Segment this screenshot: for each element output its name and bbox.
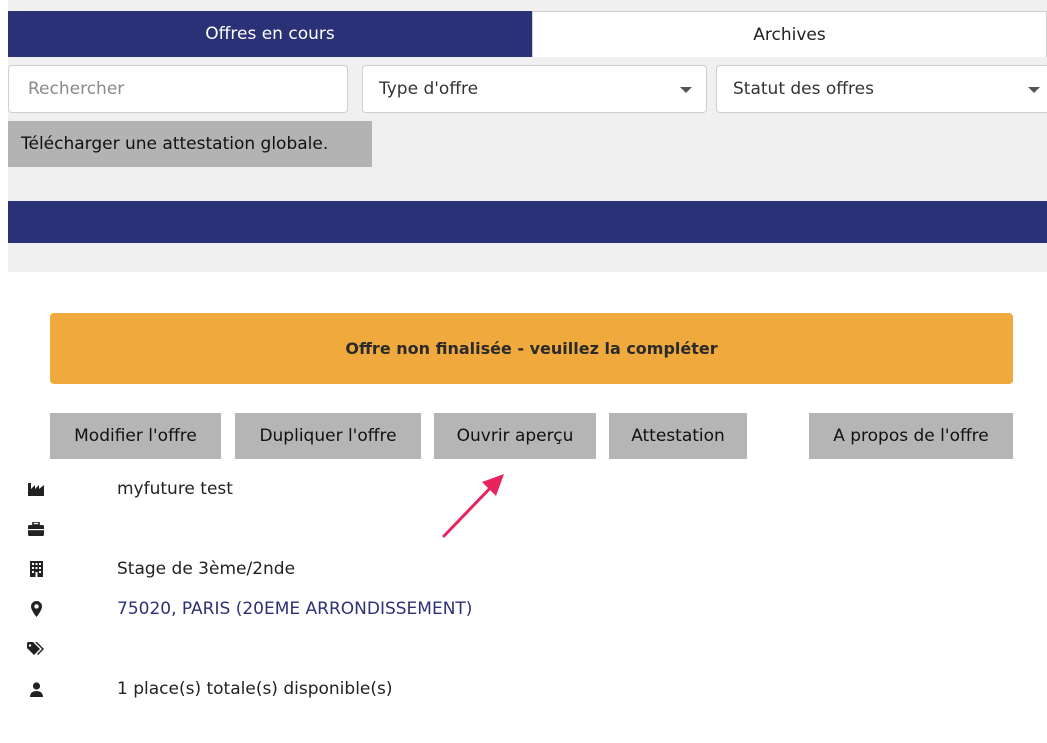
- offer-type-value: Stage de 3ème/2nde: [117, 559, 296, 579]
- detail-location: 75020, PARIS (20EME ARRONDISSEMENT): [27, 596, 472, 622]
- duplicate-offer-button[interactable]: Dupliquer l'offre: [235, 413, 421, 459]
- offer-header-bar: [8, 201, 1047, 243]
- tab-offres-en-cours[interactable]: Offres en cours: [8, 11, 532, 57]
- detail-tags: [27, 636, 45, 662]
- tags-icon: [27, 640, 45, 658]
- offer-type-select[interactable]: Type d'offre: [362, 65, 707, 113]
- search-input[interactable]: [8, 65, 348, 113]
- caret-down-icon: [1028, 87, 1040, 93]
- arrow-annotation-icon: [442, 474, 504, 538]
- incomplete-offer-alert: Offre non finalisée - veuillez la complé…: [50, 313, 1013, 384]
- download-global-attestation-button[interactable]: Télécharger une attestation globale.: [8, 121, 372, 167]
- offer-tabs: Offres en cours Archives: [8, 11, 1047, 57]
- open-preview-button[interactable]: Ouvrir aperçu: [434, 413, 596, 459]
- attestation-button[interactable]: Attestation: [609, 413, 747, 459]
- about-offer-button[interactable]: A propos de l'offre: [809, 413, 1013, 459]
- detail-company: myfuture test: [27, 476, 233, 502]
- offer-status-select[interactable]: Statut des offres: [716, 65, 1047, 113]
- briefcase-icon: [27, 520, 45, 538]
- modify-offer-button[interactable]: Modifier l'offre: [50, 413, 221, 459]
- building-icon: [27, 560, 45, 578]
- factory-icon: [27, 480, 45, 498]
- location-link[interactable]: 75020, PARIS (20EME ARRONDISSEMENT): [117, 599, 472, 619]
- detail-offer-type: Stage de 3ème/2nde: [27, 556, 295, 582]
- user-icon: [27, 680, 45, 698]
- places-value: 1 place(s) totale(s) disponible(s): [117, 679, 393, 699]
- tab-archives[interactable]: Archives: [532, 11, 1047, 57]
- detail-places: 1 place(s) totale(s) disponible(s): [27, 676, 393, 702]
- map-marker-icon: [27, 600, 45, 618]
- filter-bar: Type d'offre Statut des offres: [8, 65, 1047, 113]
- company-name: myfuture test: [117, 479, 233, 499]
- detail-job: [27, 516, 45, 542]
- offer-type-select-label: Type d'offre: [379, 79, 479, 99]
- offer-status-select-label: Statut des offres: [733, 79, 874, 99]
- caret-down-icon: [680, 87, 692, 93]
